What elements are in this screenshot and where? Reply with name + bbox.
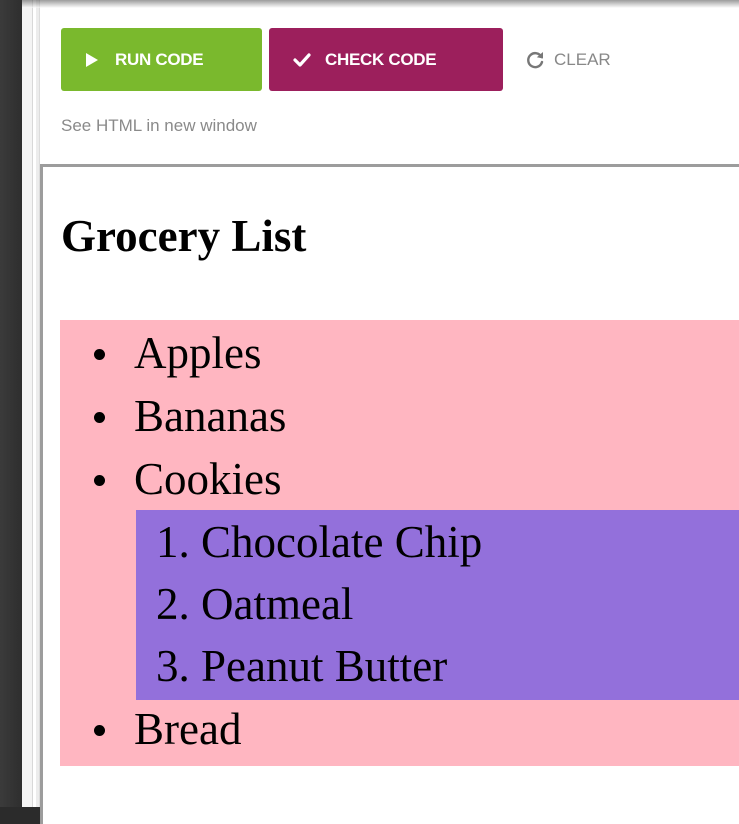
clear-label: CLEAR <box>554 49 611 69</box>
bullet-icon <box>94 725 105 736</box>
bullet-icon <box>94 349 105 360</box>
check-code-button[interactable]: CHECK CODE <box>269 28 503 91</box>
sublist-item: 3. Peanut Butter <box>156 641 448 691</box>
ordered-sublist: 1. Chocolate Chip 2. Oatmeal 3. Peanut B… <box>136 510 739 700</box>
refresh-icon <box>524 49 546 71</box>
run-code-button[interactable]: RUN CODE <box>61 28 262 91</box>
panel-top-shadow <box>22 0 739 8</box>
panel-border <box>22 0 33 807</box>
sublist-item: 1. Chocolate Chip <box>156 517 483 567</box>
list-item-text: Cookies <box>134 454 282 504</box>
list-item-text: Apples <box>134 328 262 378</box>
unordered-list: Apples Bananas Cookies 1. Chocolate Chip… <box>60 320 739 766</box>
bullet-icon <box>94 475 105 486</box>
run-code-label: RUN CODE <box>115 49 204 69</box>
sublist-item: 2. Oatmeal <box>156 579 354 629</box>
bullet-icon <box>94 412 105 423</box>
checkmark-icon <box>293 51 311 69</box>
clear-button[interactable]: CLEAR <box>524 28 611 91</box>
check-code-label: CHECK CODE <box>325 49 437 69</box>
html-preview-pane: Grocery List Apples Bananas Cookies 1. C… <box>40 164 739 824</box>
list-item-text: Bread <box>134 704 242 754</box>
page-heading: Grocery List <box>61 211 307 261</box>
list-item-text: Bananas <box>134 391 287 441</box>
play-icon <box>83 51 101 69</box>
window-edge <box>0 0 22 807</box>
see-html-new-window-link[interactable]: See HTML in new window <box>61 116 257 136</box>
toolbar: RUN CODE CHECK CODE CLEAR <box>61 28 611 91</box>
